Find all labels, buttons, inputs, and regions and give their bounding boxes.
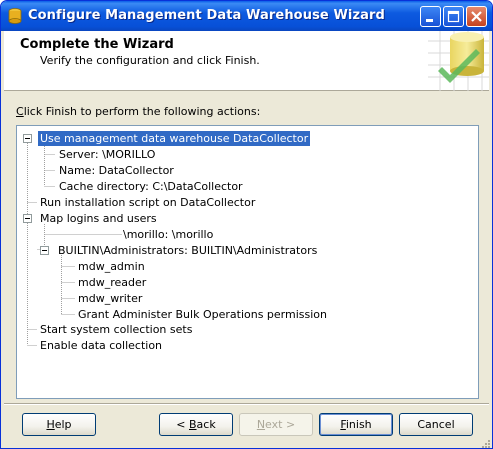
tree-item-grant-bulk[interactable]: Grant Administer Bulk Operations permiss…	[78, 307, 327, 322]
tree-collapse-toggle-map-logins[interactable]	[23, 214, 32, 223]
tree-item-run-script[interactable]: Run installation script on DataCollector	[40, 195, 255, 210]
tree-item-map-logins[interactable]: Map logins and users	[40, 211, 157, 226]
resize-grip-icon[interactable]	[479, 437, 491, 449]
back-mnemonic: B	[189, 418, 197, 431]
instructions-mnemonic: C	[16, 105, 24, 118]
instructions-label: Click Finish to perform the following ac…	[16, 105, 260, 118]
next-mnemonic: N	[256, 418, 266, 431]
back-button[interactable]: < Back	[159, 413, 233, 436]
tree-item-mdw-writer[interactable]: mdw_writer	[78, 291, 142, 306]
tree-item-morillo-mapping[interactable]: \morillo: \morillo	[123, 227, 213, 242]
tree-item-mdw-admin[interactable]: mdw_admin	[78, 259, 145, 274]
tree-item-server[interactable]: Server: \MORILLO	[59, 147, 155, 162]
help-mnemonic: H	[46, 418, 55, 431]
wizard-window: Configure Management Data Warehouse Wiza…	[0, 0, 493, 449]
tree-item-name[interactable]: Name: DataCollector	[59, 163, 174, 178]
sql-server-icon	[8, 8, 22, 24]
tree-item-enable-collection[interactable]: Enable data collection	[40, 338, 162, 353]
maximize-button[interactable]	[443, 6, 464, 27]
instructions-text: lick Finish to perform the following act…	[23, 105, 261, 118]
tree-item-cache-directory[interactable]: Cache directory: C:\DataCollector	[59, 179, 243, 194]
cancel-button[interactable]: Cancel	[399, 413, 473, 436]
maximize-icon	[447, 10, 460, 23]
tree-item-start-collection-sets[interactable]: Start system collection sets	[40, 322, 192, 337]
minimize-icon	[426, 19, 433, 22]
tree-collapse-toggle-builtin[interactable]	[40, 246, 49, 255]
title-bar[interactable]: Configure Management Data Warehouse Wiza…	[1, 1, 492, 31]
next-label: ext >	[265, 418, 296, 431]
close-icon	[471, 11, 482, 22]
wizard-header: Complete the Wizard Verify the configura…	[4, 31, 489, 91]
page-subtitle: Verify the configuration and click Finis…	[40, 54, 260, 67]
button-bar-separator	[4, 403, 489, 405]
finish-label: inish	[345, 418, 372, 431]
close-button[interactable]	[466, 6, 487, 27]
next-button[interactable]: Next >	[239, 413, 313, 436]
page-title: Complete the Wizard	[20, 37, 174, 52]
finish-button[interactable]: Finish	[319, 413, 393, 436]
tree-item-use-mdw[interactable]: Use management data warehouse DataCollec…	[38, 131, 311, 146]
tree-item-mdw-reader[interactable]: mdw_reader	[78, 275, 146, 290]
help-label: elp	[54, 418, 72, 431]
database-check-graphic	[428, 31, 489, 91]
back-label: ack	[196, 418, 216, 431]
minimize-button[interactable]	[420, 6, 441, 27]
actions-tree[interactable]: Use management data warehouse DataCollec…	[16, 125, 479, 399]
back-arrow: <	[176, 418, 189, 431]
help-button[interactable]: Help	[22, 413, 96, 436]
tree-item-builtin-admins[interactable]: BUILTIN\Administrators: BUILTIN\Administ…	[58, 243, 317, 258]
window-title: Configure Management Data Warehouse Wiza…	[28, 8, 385, 23]
tree-collapse-toggle-use-mdw[interactable]	[23, 134, 32, 143]
